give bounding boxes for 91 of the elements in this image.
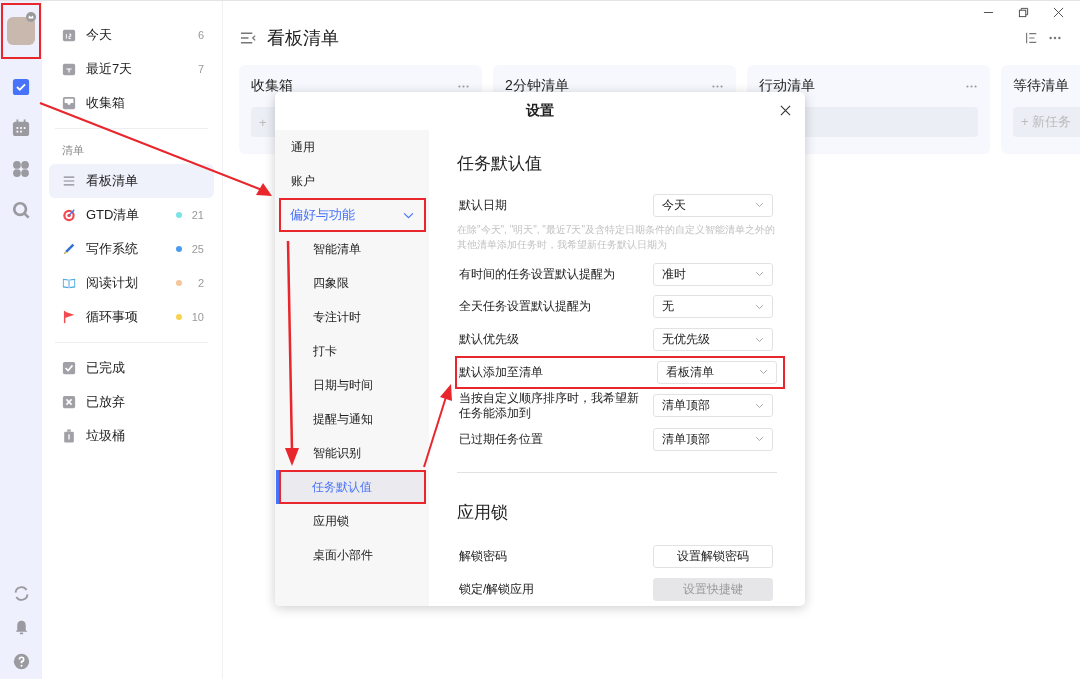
- page-title: 看板清单: [267, 27, 339, 50]
- sidebar-item[interactable]: 看板清单: [49, 164, 214, 198]
- setting-label: 当按自定义顺序排序时，我希望新任务能添加到: [459, 390, 640, 421]
- target-icon: [62, 208, 76, 222]
- more-icon[interactable]: [965, 83, 978, 89]
- search-icon[interactable]: [12, 201, 30, 219]
- settings-nav-item[interactable]: 四象限: [277, 266, 429, 300]
- dropdown[interactable]: 清单顶部: [653, 427, 773, 451]
- sidebar-item[interactable]: 循环事项 10: [49, 300, 214, 334]
- more-icon[interactable]: [457, 83, 470, 89]
- help-icon[interactable]: [12, 653, 30, 670]
- dropdown[interactable]: 准时: [653, 262, 773, 286]
- dialog-title: 设置: [526, 102, 554, 120]
- calendar-icon[interactable]: [12, 119, 30, 137]
- dropdown[interactable]: 今天: [653, 193, 773, 217]
- task-count: 7: [196, 63, 204, 75]
- setting-label: 锁定/解锁应用: [459, 582, 536, 598]
- checkbox-icon[interactable]: [12, 78, 30, 96]
- checkbox-icon: [62, 361, 76, 375]
- flag-icon: [62, 310, 76, 324]
- more-icon[interactable]: [711, 83, 724, 89]
- sidebar-item[interactable]: 今天 6: [49, 18, 214, 52]
- sidebar-item[interactable]: 最近7天 7: [49, 52, 214, 86]
- dropdown[interactable]: 无优先级: [653, 328, 773, 352]
- task-count: 21: [190, 209, 204, 221]
- calendar-icon: [62, 28, 76, 42]
- settings-nav-item[interactable]: 账户: [277, 164, 429, 198]
- caret-icon: [759, 369, 768, 376]
- sidebar-item[interactable]: 收集箱: [49, 86, 214, 120]
- task-count: 25: [190, 243, 204, 255]
- sidebar-item[interactable]: 阅读计划 2: [49, 266, 214, 300]
- task-count: 6: [196, 29, 204, 41]
- section-title: 任务默认值: [457, 153, 543, 175]
- settings-nav-item[interactable]: 提醒与通知: [277, 402, 429, 436]
- inbox-icon: [62, 96, 76, 110]
- setting-label: 默认优先级: [459, 332, 520, 348]
- sync-icon[interactable]: [12, 585, 30, 602]
- close-icon[interactable]: [780, 105, 791, 116]
- badge-icon: [26, 12, 36, 22]
- column-title: 行动清单: [759, 77, 816, 95]
- close-icon[interactable]: [1053, 7, 1064, 18]
- settings-nav-item[interactable]: 日期与时间: [277, 368, 429, 402]
- caret-icon: [755, 402, 764, 409]
- trash-icon: [62, 429, 76, 443]
- setting-label: 全天任务设置默认提醒为: [459, 299, 592, 315]
- section-title: 应用锁: [457, 501, 509, 524]
- setting-label: 默认添加至清单: [459, 364, 544, 380]
- task-count: 10: [190, 311, 204, 323]
- caret-icon: [755, 303, 764, 310]
- settings-nav-item[interactable]: 桌面小部件: [277, 538, 429, 572]
- sort-icon[interactable]: [1024, 31, 1038, 45]
- setting-label: 已过期任务位置: [459, 431, 544, 447]
- avatar-photo-placeholder[interactable]: [7, 17, 35, 45]
- settings-nav-item[interactable]: 通用: [277, 130, 429, 164]
- grid-icon[interactable]: [12, 160, 30, 178]
- column-title: 等待清单: [1013, 77, 1070, 95]
- dropdown[interactable]: 清单顶部: [653, 394, 773, 418]
- setting-label: 默认日期: [459, 197, 508, 213]
- caret-icon: [403, 211, 414, 219]
- setting-button[interactable]: 设置解锁密码: [653, 545, 773, 569]
- cross-box-icon: [62, 395, 76, 409]
- settings-nav-item[interactable]: 应用锁: [277, 504, 429, 538]
- lines-icon: [62, 174, 76, 188]
- settings-nav-item[interactable]: 智能识别: [277, 436, 429, 470]
- menu-icon[interactable]: [240, 31, 257, 45]
- restore-icon[interactable]: [1018, 7, 1029, 18]
- settings-nav-item[interactable]: 智能清单: [277, 232, 429, 266]
- setting-label: 有时间的任务设置默认提醒为: [459, 266, 616, 282]
- sidebar-item[interactable]: 已完成: [49, 351, 214, 385]
- settings-nav-item[interactable]: 偏好与功能: [279, 198, 426, 232]
- column-title: 2分钟清单: [505, 77, 570, 95]
- sidebar-item[interactable]: 已放弃: [49, 385, 214, 419]
- caret-icon: [755, 271, 764, 278]
- task-count: 2: [196, 277, 204, 289]
- pen-icon: [62, 242, 76, 256]
- setting-label: 解锁密码: [459, 549, 508, 565]
- caret-icon: [755, 202, 764, 209]
- caret-icon: [755, 336, 764, 343]
- sidebar-item[interactable]: GTD清单 21: [49, 198, 214, 232]
- sidebar-item[interactable]: 垃圾桶: [49, 419, 214, 453]
- dropdown[interactable]: 无: [653, 295, 773, 319]
- column-title: 收集箱: [251, 77, 294, 95]
- settings-nav-item[interactable]: 专注计时: [277, 300, 429, 334]
- settings-nav-item[interactable]: 任务默认值: [279, 470, 426, 504]
- section-label: 清单: [61, 143, 85, 158]
- settings-nav-item[interactable]: 打卡: [277, 334, 429, 368]
- book-icon: [62, 276, 76, 290]
- caret-icon: [755, 436, 764, 443]
- dropdown[interactable]: 看板清单: [657, 360, 777, 384]
- calendar-icon: [62, 62, 76, 76]
- sidebar-item[interactable]: 写作系统 25: [49, 232, 214, 266]
